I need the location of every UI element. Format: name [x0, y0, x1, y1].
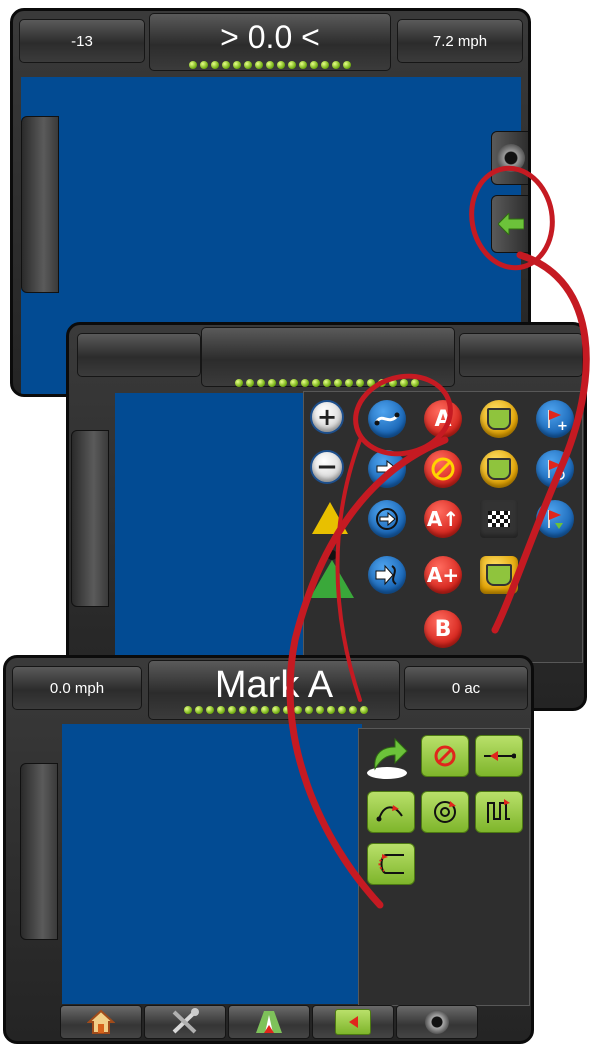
boundary-icon[interactable]: [480, 400, 518, 438]
camera-nav-icon: [425, 1010, 449, 1034]
guideline-next-icon[interactable]: [368, 556, 406, 594]
tools-button[interactable]: [144, 1005, 226, 1039]
mark-b-icon[interactable]: B: [424, 610, 462, 648]
guidance-mode-icon: [335, 1009, 371, 1035]
guidance-status-text: Mark A: [214, 663, 334, 706]
mark-a-icon[interactable]: A: [424, 400, 462, 438]
no-guidance-icon[interactable]: [421, 735, 469, 777]
speed-value: 7.2 mph: [432, 32, 488, 50]
nudge-icon[interactable]: [368, 450, 406, 488]
guideline-mode-icon[interactable]: [368, 400, 406, 438]
circle-pivot-icon[interactable]: [421, 791, 469, 833]
left-status-tab-3[interactable]: 0.0 mph: [12, 666, 142, 710]
lightbar: [189, 61, 351, 69]
home-button[interactable]: [60, 1005, 142, 1039]
left-status-tab[interactable]: -13: [19, 19, 145, 63]
camera-button[interactable]: [491, 131, 528, 185]
add-flag-icon[interactable]: +: [536, 400, 574, 438]
right-status-tab[interactable]: 7.2 mph: [397, 19, 523, 63]
guidance-icon: [256, 1011, 282, 1033]
cancel-boundary-icon[interactable]: [480, 450, 518, 488]
camera-nav-button[interactable]: [396, 1005, 478, 1039]
last-pass-icon[interactable]: [367, 843, 415, 885]
delete-boundary-icon[interactable]: [480, 556, 518, 594]
guideline-menu-panel: [358, 728, 530, 1006]
guidance-button[interactable]: [228, 1005, 310, 1039]
screen-3: 0.0 mph Mark A 0 ac: [3, 655, 534, 1044]
mark-a-up-icon[interactable]: A↑: [424, 500, 462, 538]
adaptive-curve-icon[interactable]: [475, 791, 523, 833]
checkered-flag-icon[interactable]: [480, 500, 518, 538]
recalc-icon[interactable]: [368, 500, 406, 538]
screen-2: + A + − A↑ A+ B: [66, 322, 587, 711]
zoom-out-icon[interactable]: −: [310, 450, 344, 484]
straight-ab-icon[interactable]: [475, 735, 523, 777]
right-status-tab-2[interactable]: [459, 333, 583, 377]
lightbar-2: [235, 379, 419, 387]
map-view-3[interactable]: [62, 724, 362, 1004]
speed-value-3: 0.0 mph: [49, 679, 105, 697]
left-side-button-3[interactable]: [20, 763, 58, 940]
bottom-nav-bar: [60, 1004, 490, 1040]
cancel-mark-icon[interactable]: [424, 450, 462, 488]
guidance-value: > 0.0 <: [220, 18, 320, 55]
camera-icon: [497, 144, 525, 172]
guidance-menu-tab[interactable]: [491, 195, 528, 253]
navigate-flag-icon[interactable]: [536, 500, 574, 538]
guidance-menu-panel: + A + − A↑ A+ B: [303, 391, 583, 663]
overhead-view-icon[interactable]: [310, 560, 354, 598]
curved-ab-icon[interactable]: [367, 791, 415, 833]
mark-a-plus-icon[interactable]: A+: [424, 556, 462, 594]
cross-track-value: -13: [71, 32, 93, 50]
center-status-tab-2[interactable]: [201, 327, 455, 387]
zoom-in-icon[interactable]: +: [310, 400, 344, 434]
vehicle-view-icon[interactable]: [312, 502, 348, 534]
left-status-tab-2[interactable]: [77, 333, 201, 377]
svg-text:+: +: [557, 419, 567, 431]
area-value: 0 ac: [451, 679, 481, 697]
green-arrow-icon: [498, 213, 524, 235]
right-status-tab-3[interactable]: 0 ac: [404, 666, 528, 710]
left-side-button[interactable]: [21, 116, 59, 293]
tools-icon: [172, 1008, 199, 1034]
lightbar-3: [184, 706, 368, 714]
vehicle-dot: [327, 550, 337, 560]
left-side-button-2[interactable]: [71, 430, 109, 607]
home-icon: [87, 1009, 115, 1034]
return-to-point-icon[interactable]: [365, 735, 411, 785]
guidance-mode-button[interactable]: [312, 1005, 394, 1039]
cancel-flag-icon[interactable]: [536, 450, 574, 488]
